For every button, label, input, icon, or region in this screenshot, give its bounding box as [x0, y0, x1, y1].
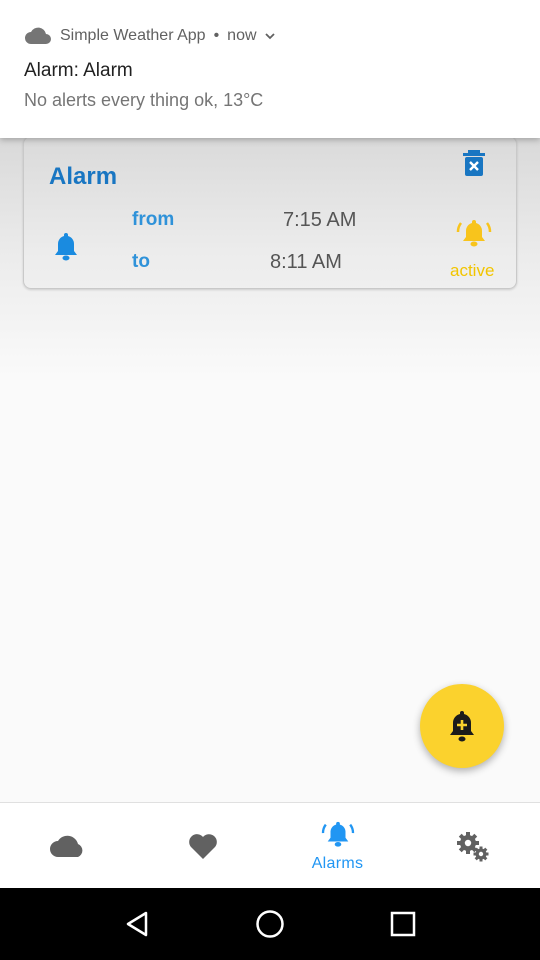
from-time[interactable]: 7:15 AM: [283, 209, 356, 232]
cloud-icon: [49, 835, 82, 857]
cloud-icon: [25, 27, 51, 44]
notification-card[interactable]: Simple Weather App • now Alarm: Alarm No…: [0, 0, 540, 138]
alarm-status: active: [450, 261, 495, 280]
recents-icon: [391, 911, 416, 937]
alarm-card[interactable]: Alarm from to 7:15 AM 8:11 AM active: [23, 136, 517, 289]
alarm-ringing-icon[interactable]: [456, 217, 492, 249]
back-icon: [126, 911, 147, 937]
delete-icon[interactable]: [462, 149, 486, 177]
notification-app-name: Simple Weather App: [60, 27, 206, 44]
notification-time: now: [227, 27, 257, 44]
home-icon: [256, 910, 284, 938]
settings-gears-icon: [456, 831, 488, 861]
notification-separator: •: [213, 27, 220, 44]
nav-item-settings[interactable]: [405, 803, 540, 888]
bottom-navigation: Alarms: [0, 802, 540, 888]
nav-item-favorites[interactable]: [135, 803, 270, 888]
notification-header: Simple Weather App • now: [24, 24, 277, 48]
to-time[interactable]: 8:11 AM: [270, 251, 342, 274]
recents-button[interactable]: [383, 904, 423, 944]
from-label: from: [132, 209, 175, 230]
notification-text: No alerts every thing ok, 13°C: [24, 90, 264, 110]
system-navigation-bar: [0, 888, 540, 960]
notification-title: Alarm: Alarm: [24, 60, 133, 81]
alarm-title: Alarm: [49, 163, 118, 190]
home-button[interactable]: [250, 904, 290, 944]
nav-item-weather[interactable]: [0, 803, 135, 888]
nav-item-alarms[interactable]: Alarms: [270, 803, 405, 888]
chevron-down-icon[interactable]: [263, 29, 277, 43]
add-alarm-button[interactable]: [420, 684, 504, 768]
bell-icon: [55, 233, 77, 261]
back-button[interactable]: [117, 904, 157, 944]
alarm-bell-icon: [321, 821, 354, 847]
to-label: to: [132, 251, 150, 272]
heart-icon: [188, 833, 217, 859]
nav-label-alarms: Alarms: [311, 854, 364, 872]
add-alarm-icon: [450, 711, 474, 742]
